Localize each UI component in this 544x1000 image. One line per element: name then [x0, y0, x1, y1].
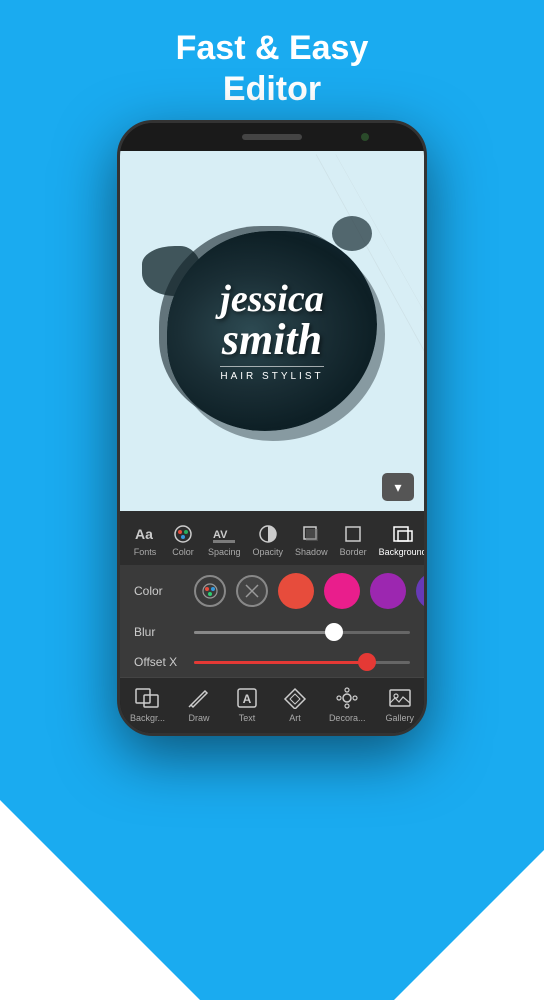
color-pink[interactable]: [324, 573, 360, 609]
color-purple[interactable]: [370, 573, 406, 609]
toolbar-opacity[interactable]: Opacity: [247, 519, 290, 561]
svg-text:Aa: Aa: [135, 526, 153, 542]
gallery-nav-icon: [386, 686, 414, 710]
phone-body: jessica smith HAIR STYLIST ▾ Aa: [117, 120, 427, 736]
no-color-button[interactable]: [236, 575, 268, 607]
color-label: Color: [172, 547, 194, 557]
phone-top-bar: [120, 123, 424, 151]
svg-text:AV: AV: [213, 529, 228, 541]
decora-nav-icon: [333, 686, 361, 710]
blur-slider-fill: [194, 631, 334, 634]
offset-x-slider-thumb[interactable]: [358, 653, 376, 671]
toolbar-area: Aa Fonts Color: [120, 511, 424, 565]
fonts-icon: Aa: [132, 523, 158, 545]
blur-slider-thumb[interactable]: [325, 623, 343, 641]
background-nav-icon: [133, 686, 161, 710]
art-nav-label: Art: [289, 713, 301, 723]
bg-triangle-right: [394, 850, 544, 1000]
offset-x-label: Offset X: [134, 655, 184, 669]
nav-decora[interactable]: Decora...: [329, 686, 366, 723]
toolbar-spacing[interactable]: AV Spacing: [202, 519, 247, 561]
title-line1: Fast & Easy: [176, 29, 369, 67]
color-option-row: Color: [120, 565, 424, 617]
blur-slider-track[interactable]: [194, 631, 410, 634]
name-jessica: jessica: [220, 280, 323, 318]
toolbar-fonts[interactable]: Aa Fonts: [126, 519, 164, 561]
bg-triangle-left: [0, 800, 200, 1000]
watercolor-blob: jessica smith HAIR STYLIST: [162, 226, 382, 436]
text-nav-icon: A: [233, 686, 261, 710]
spacing-label: Spacing: [208, 547, 241, 557]
name-smith: smith: [220, 318, 323, 362]
title-line2: Editor: [223, 70, 321, 108]
options-panel: Color: [120, 565, 424, 677]
toolbar-border[interactable]: Border: [334, 519, 373, 561]
blob-splash-top: [332, 216, 372, 251]
name-overlay: jessica smith HAIR STYLIST: [220, 280, 323, 382]
border-label: Border: [340, 547, 367, 557]
offset-x-slider-fill: [194, 661, 367, 664]
art-nav-icon: [281, 686, 309, 710]
phone-mockup: jessica smith HAIR STYLIST ▾ Aa: [117, 120, 427, 736]
nav-text[interactable]: A Text: [233, 686, 261, 723]
bottom-nav: Backgr... Draw A Text: [120, 677, 424, 733]
phone-speaker: [242, 134, 302, 140]
toolbar-color[interactable]: Color: [164, 519, 202, 561]
toolbar-row: Aa Fonts Color: [120, 519, 424, 561]
nav-art[interactable]: Art: [281, 686, 309, 723]
chevron-button[interactable]: ▾: [382, 473, 414, 501]
offset-x-option-row: Offset X: [120, 647, 424, 677]
blur-option-label: Blur: [134, 625, 184, 639]
color-red[interactable]: [278, 573, 314, 609]
shadow-icon: [298, 523, 324, 545]
nav-draw[interactable]: Draw: [185, 686, 213, 723]
background-label: Background: [379, 547, 427, 557]
decora-nav-label: Decora...: [329, 713, 366, 723]
shadow-label: Shadow: [295, 547, 328, 557]
blur-option-row: Blur: [120, 617, 424, 647]
toolbar-background[interactable]: Background: [373, 519, 427, 561]
nav-background[interactable]: Backgr...: [130, 686, 165, 723]
gallery-nav-label: Gallery: [385, 713, 414, 723]
border-icon: [340, 523, 366, 545]
color-dark-purple[interactable]: [416, 573, 427, 609]
color-icon: [170, 523, 196, 545]
background-icon: [390, 523, 416, 545]
opacity-label: Opacity: [253, 547, 284, 557]
background-nav-label: Backgr...: [130, 713, 165, 723]
draw-nav-label: Draw: [188, 713, 209, 723]
svg-text:A: A: [243, 692, 252, 706]
opacity-icon: [255, 523, 281, 545]
fonts-label: Fonts: [134, 547, 157, 557]
color-option-label: Color: [134, 584, 184, 598]
text-nav-label: Text: [239, 713, 256, 723]
toolbar-shadow[interactable]: Shadow: [289, 519, 334, 561]
canvas-area: jessica smith HAIR STYLIST ▾: [120, 151, 424, 511]
phone-camera: [361, 133, 369, 141]
chevron-icon: ▾: [394, 479, 401, 496]
page-title: Fast & Easy Editor: [0, 0, 544, 126]
offset-x-slider-track[interactable]: [194, 661, 410, 664]
hair-stylist-label: HAIR STYLIST: [220, 366, 323, 382]
draw-nav-icon: [185, 686, 213, 710]
spacing-icon: AV: [211, 523, 237, 545]
color-palette-button[interactable]: [194, 575, 226, 607]
nav-gallery[interactable]: Gallery: [385, 686, 414, 723]
